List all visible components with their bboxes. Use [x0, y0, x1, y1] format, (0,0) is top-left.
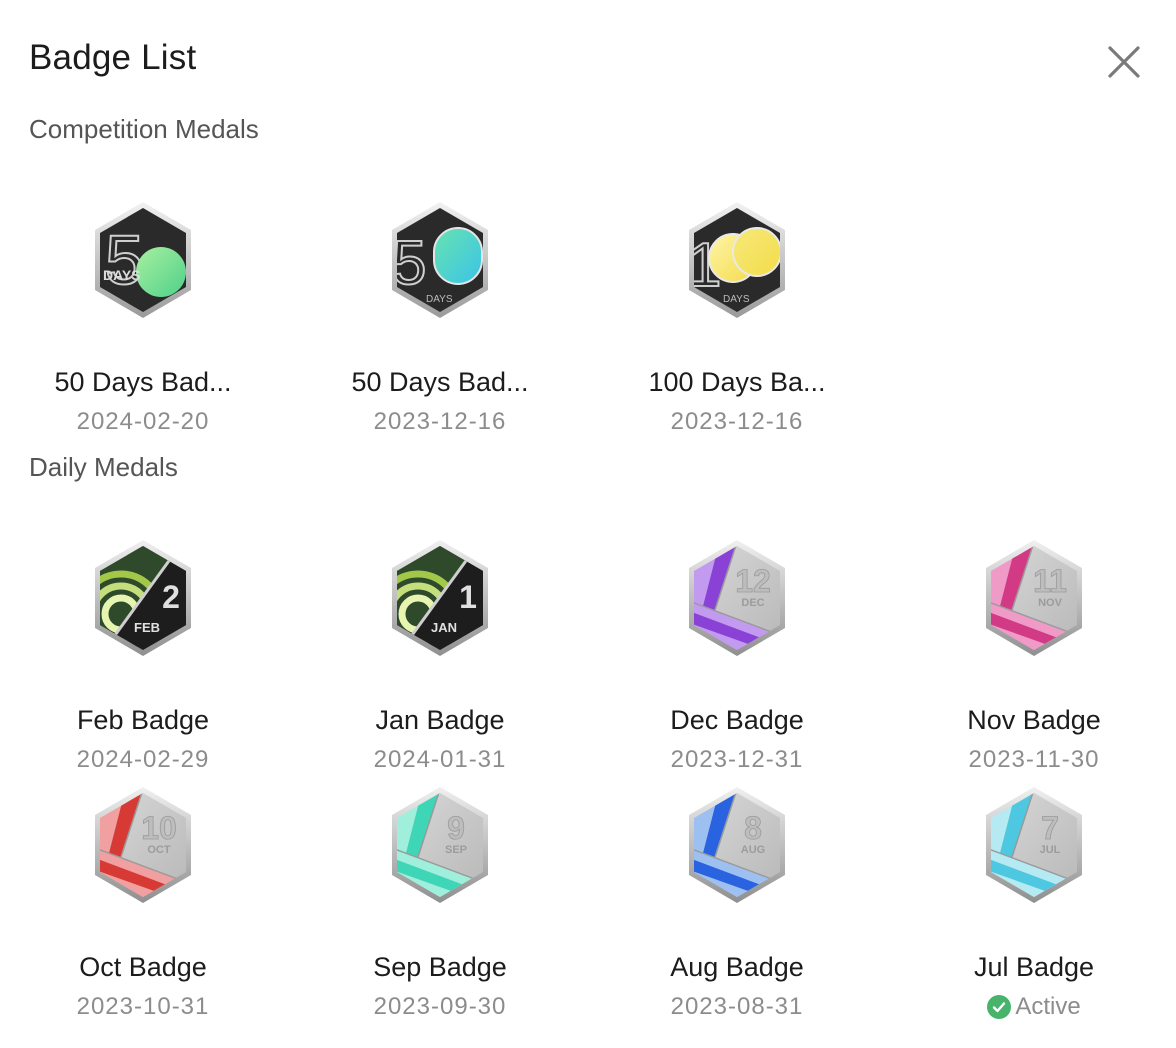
badge-date: 2024-01-31: [373, 746, 507, 773]
check-icon: [987, 995, 1012, 1019]
svg-text:DAYS: DAYS: [426, 294, 453, 305]
badge-name: Jan Badge: [375, 705, 505, 735]
svg-text:DAYS: DAYS: [103, 267, 141, 283]
badge-icon: 8 AUG: [689, 787, 785, 903]
badge-icon: 5 DAYS: [95, 202, 191, 318]
badge-date: 2023-12-16: [670, 408, 804, 435]
svg-text:7: 7: [1041, 810, 1059, 846]
svg-text:AUG: AUG: [741, 844, 765, 856]
badge-card[interactable]: 5 DAYS 50 Days Bad... 2023-12-16: [310, 198, 570, 436]
svg-text:11: 11: [1033, 563, 1067, 599]
section-title-competition: Competition Medals: [29, 114, 259, 144]
badge-card[interactable]: 5 DAYS 50 Days Bad... 2024-02-20: [13, 198, 273, 436]
badge-name: Aug Badge: [670, 952, 804, 982]
badge-name: 50 Days Bad...: [351, 367, 529, 397]
badge-name: 100 Days Ba...: [648, 367, 826, 397]
badge-icon: 9 SEP: [392, 787, 488, 903]
badge-date: 2023-12-16: [373, 408, 507, 435]
svg-text:1: 1: [459, 579, 477, 615]
badge-status-label: Active: [1015, 993, 1081, 1020]
svg-text:OCT: OCT: [147, 844, 171, 856]
badge-name: Dec Badge: [670, 705, 804, 735]
badge-date: 2024-02-20: [76, 408, 210, 435]
badge-icon: 5 DAYS: [392, 202, 488, 318]
badge-card[interactable]: 7 JUL Jul Badge Active: [904, 783, 1164, 1021]
svg-text:2: 2: [162, 579, 180, 615]
badge-status: Active: [904, 993, 1164, 1021]
badge-card[interactable]: 1 DAYS 100 Days Ba... 2023-12-16: [607, 198, 867, 436]
badge-icon: 1 JAN: [392, 540, 488, 656]
badge-card[interactable]: 2 FEB Feb Badge 2024-02-29: [13, 536, 273, 774]
svg-text:8: 8: [744, 810, 762, 846]
badge-date: 2023-12-31: [670, 746, 804, 773]
badge-card[interactable]: 1 JAN Jan Badge 2024-01-31: [310, 536, 570, 774]
svg-text:DEC: DEC: [741, 597, 764, 609]
svg-text:NOV: NOV: [1038, 597, 1063, 609]
badge-icon: 2 FEB: [95, 540, 191, 656]
badge-date: 2024-02-29: [76, 746, 210, 773]
badge-icon: 7 JUL: [986, 787, 1082, 903]
svg-text:5: 5: [105, 221, 144, 299]
badge-card[interactable]: 11 NOV Nov Badge 2023-11-30: [904, 536, 1164, 774]
badge-icon: 1 DAYS: [689, 202, 785, 318]
badge-icon: 10 OCT: [95, 787, 191, 903]
badge-name: Jul Badge: [973, 952, 1095, 982]
badge-date: 2023-11-30: [968, 746, 1100, 773]
svg-text:JAN: JAN: [431, 620, 457, 635]
badge-date: 2023-10-31: [76, 993, 210, 1020]
badge-name: 50 Days Bad...: [54, 367, 232, 397]
badge-name: Oct Badge: [79, 952, 207, 982]
svg-text:10: 10: [141, 810, 177, 846]
svg-text:12: 12: [735, 563, 771, 599]
page-title: Badge List: [29, 38, 197, 77]
badge-icon: 12 DEC: [689, 540, 785, 656]
svg-text:FEB: FEB: [134, 620, 160, 635]
badge-card[interactable]: 10 OCT Oct Badge 2023-10-31: [13, 783, 273, 1021]
svg-text:SEP: SEP: [445, 844, 467, 856]
badge-date: 2023-09-30: [373, 993, 507, 1020]
badge-card[interactable]: 8 AUG Aug Badge 2023-08-31: [607, 783, 867, 1021]
badge-date: 2023-08-31: [670, 993, 804, 1020]
badge-name: Sep Badge: [373, 952, 507, 982]
svg-text:DAYS: DAYS: [723, 294, 750, 305]
badge-name: Feb Badge: [76, 705, 210, 735]
section-title-daily: Daily Medals: [29, 452, 178, 482]
close-icon[interactable]: [1104, 42, 1144, 82]
badge-card[interactable]: 12 DEC Dec Badge 2023-12-31: [607, 536, 867, 774]
badge-name: Nov Badge: [967, 705, 1101, 735]
svg-text:9: 9: [447, 810, 465, 846]
badge-card[interactable]: 9 SEP Sep Badge 2023-09-30: [310, 783, 570, 1021]
badge-icon: 11 NOV: [986, 540, 1082, 656]
svg-text:JUL: JUL: [1040, 844, 1061, 856]
